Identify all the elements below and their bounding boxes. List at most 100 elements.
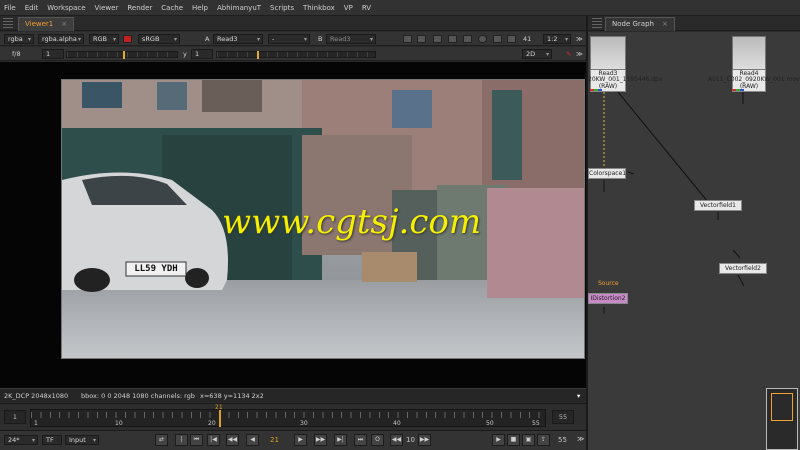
timeline-tick: 1	[34, 420, 38, 427]
footage-frame[interactable]: LL59 YDH www.cgtsj.com	[62, 80, 584, 358]
tab-viewer1[interactable]: Viewer1 ×	[18, 17, 75, 31]
pen-icon[interactable]: ✎	[566, 50, 571, 58]
chevron-down-icon[interactable]: ▾	[577, 392, 580, 400]
stop-icon[interactable]: ■	[507, 434, 520, 446]
display-select[interactable]: RGB ▾	[89, 34, 119, 44]
menu-edit[interactable]: Edit	[25, 4, 39, 12]
menu-vp[interactable]: VP	[344, 4, 353, 12]
step-increment-field[interactable]: 10	[406, 436, 415, 444]
wipe-icon[interactable]	[493, 35, 502, 43]
pane-grip-icon[interactable]	[3, 18, 13, 28]
layer-select[interactable]: rgba ▾	[4, 34, 34, 44]
mask-icon[interactable]	[463, 35, 472, 43]
menu-workspace[interactable]: Workspace	[47, 4, 85, 12]
overlay-icon[interactable]	[448, 35, 457, 43]
menu-bar: File Edit Workspace Viewer Render Cache …	[0, 0, 800, 16]
node-graph-canvas[interactable]: Read3 20KW_001_1195446.dpx (RAW) Read4 A…	[588, 32, 800, 450]
idistortion2-node[interactable]: IDistortion2	[588, 293, 628, 304]
next-keyframe-button[interactable]: ▶|	[334, 434, 347, 446]
timeline-end-input[interactable]: 55	[552, 410, 574, 424]
read4-thumbnail[interactable]	[732, 36, 766, 70]
zoom-value[interactable]: 41	[523, 35, 531, 43]
timeline-start-input[interactable]: 1	[4, 410, 26, 424]
last-frame-button[interactable]: ⏭	[354, 434, 367, 446]
playhead[interactable]	[219, 410, 221, 427]
in-point-button[interactable]: |	[175, 434, 188, 446]
slider-knob[interactable]	[123, 51, 125, 59]
roi-icon[interactable]	[403, 35, 412, 43]
color-sample-icon[interactable]	[123, 35, 132, 43]
fstop-label[interactable]: f/8	[12, 50, 21, 58]
gamma-input[interactable]: 1	[191, 49, 213, 59]
flipbook-icon[interactable]: ▶	[492, 434, 505, 446]
gamma-slider[interactable]	[216, 51, 376, 59]
timeline-tick: 50	[486, 420, 494, 427]
end-frame-field[interactable]: 55	[558, 436, 567, 444]
step-forward-button[interactable]: ▶▶	[314, 434, 327, 446]
view-mode-select[interactable]: 2D ▾	[522, 49, 552, 59]
out-point-button[interactable]: O	[371, 434, 384, 446]
checker-icon[interactable]	[433, 35, 442, 43]
menu-rv[interactable]: RV	[362, 4, 371, 12]
menu-abhimanyut[interactable]: AbhimanyuT	[217, 4, 261, 12]
timeline-tick: 40	[393, 420, 401, 427]
menu-file[interactable]: File	[4, 4, 16, 12]
first-frame-button[interactable]: ⏮	[190, 434, 203, 446]
chevron-down-icon: ▾	[303, 36, 307, 43]
export-icon[interactable]: ⇪	[537, 434, 550, 446]
menu-viewer[interactable]: Viewer	[95, 4, 119, 12]
proxy-ratio-select[interactable]: 1:2 ▾	[543, 34, 571, 44]
fps-select[interactable]: 24* ▾	[4, 435, 38, 445]
vectorfield2-node[interactable]: Vectorfield2	[719, 263, 767, 274]
chevron-down-icon: ▾	[27, 36, 31, 43]
gain-slider[interactable]	[66, 51, 178, 59]
skip-back-button[interactable]: ◀◀	[390, 434, 403, 446]
chevron-down-icon: ▾	[173, 36, 177, 43]
node-graph-navigator[interactable]	[766, 388, 798, 450]
channel-select[interactable]: rgba.alpha ▾	[38, 34, 84, 44]
menu-thinkbox[interactable]: Thinkbox	[303, 4, 335, 12]
close-icon[interactable]: ×	[662, 20, 668, 28]
gain-input[interactable]: 1	[42, 49, 64, 59]
guides-icon[interactable]	[417, 35, 426, 43]
prev-keyframe-button[interactable]: |◀	[207, 434, 220, 446]
play-back-button[interactable]: ◀	[246, 434, 259, 446]
pane-grip-icon[interactable]	[592, 18, 602, 28]
compare-op-select[interactable]: - ▾	[268, 34, 310, 44]
lock-icon[interactable]	[507, 35, 516, 43]
chevron-down-icon: ▾	[256, 36, 260, 43]
read3-thumbnail[interactable]	[590, 36, 626, 70]
current-frame-field[interactable]: 21	[270, 436, 279, 444]
step-back-button[interactable]: ◀◀	[226, 434, 239, 446]
watermark-text: www.cgtsj.com	[222, 202, 482, 242]
menu-help[interactable]: Help	[192, 4, 208, 12]
b-input-select[interactable]: Read3 ▾	[326, 34, 376, 44]
read3-file: 20KW_001_1195446.dpx	[588, 76, 663, 83]
loop-icon[interactable]: ⇄	[155, 434, 168, 446]
bbox-info: bbox: 0 0 2048 1080 channels: rgb	[81, 392, 195, 400]
a-input-select[interactable]: Read3 ▾	[213, 34, 263, 44]
render-icon[interactable]: ▣	[522, 434, 535, 446]
chevron-down-icon: ▾	[564, 36, 568, 43]
tf-select[interactable]: TF	[42, 435, 62, 445]
chevron-down-icon[interactable]: ≫	[577, 435, 584, 443]
vectorfield1-node[interactable]: Vectorfield1	[694, 200, 742, 211]
close-icon[interactable]: ×	[61, 20, 67, 28]
tab-node-graph[interactable]: Node Graph ×	[605, 17, 675, 31]
slider-knob[interactable]	[257, 51, 259, 59]
menu-cache[interactable]: Cache	[161, 4, 183, 12]
range-select[interactable]: Input ▾	[65, 435, 99, 445]
navigator-viewport[interactable]	[771, 393, 793, 421]
menu-scripts[interactable]: Scripts	[270, 4, 294, 12]
timeline-scrubber[interactable]	[30, 409, 546, 427]
chevron-down-icon[interactable]: ≫	[576, 35, 583, 43]
chevron-down-icon[interactable]: ≫	[576, 50, 583, 58]
colorspace-node[interactable]: Colorspace1	[588, 168, 626, 179]
skip-forward-button[interactable]: ▶▶	[418, 434, 431, 446]
viewer-controls-row2: f/8 1 y 1 2D ▾ ✎ ≫	[0, 47, 586, 61]
menu-render[interactable]: Render	[127, 4, 152, 12]
play-forward-button[interactable]: ▶	[294, 434, 307, 446]
viewer-controls-row1: rgba ▾ rgba.alpha ▾ RGB ▾ sRGB ▾ A Read3 ▾ - ▾…	[0, 32, 586, 46]
lut-select[interactable]: sRGB ▾	[138, 34, 180, 44]
refresh-icon[interactable]	[478, 35, 487, 43]
